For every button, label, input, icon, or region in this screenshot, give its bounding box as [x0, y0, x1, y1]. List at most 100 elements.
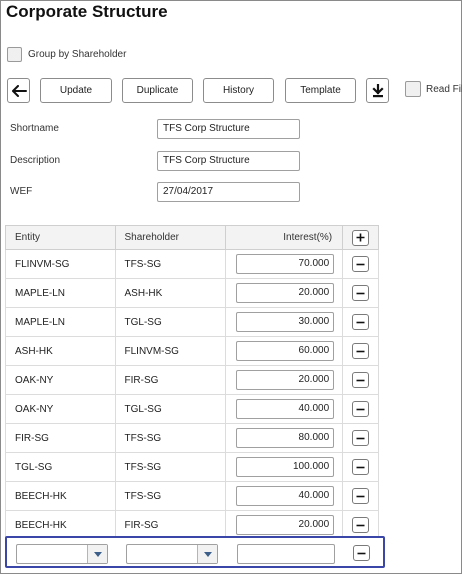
- interest-input[interactable]: 40.000: [236, 486, 335, 506]
- interest-column-header: Interest(%): [225, 225, 344, 250]
- interest-cell: 40.000: [225, 394, 344, 424]
- shortname-input[interactable]: TFS Corp Structure: [157, 119, 300, 139]
- interest-input[interactable]: 30.000: [236, 312, 335, 332]
- new-interest-input[interactable]: [237, 544, 335, 564]
- remove-row-button[interactable]: [352, 343, 370, 359]
- plus-icon: [356, 233, 365, 242]
- wef-date-input[interactable]: 27/04/2017: [157, 182, 300, 202]
- shareholder-cell: TFS-SG: [114, 452, 227, 482]
- shareholder-cell: TGL-SG: [114, 394, 227, 424]
- structure-table: Entity Shareholder Interest(%) FLINVM-SG…: [5, 225, 379, 540]
- chevron-down-icon[interactable]: [197, 545, 217, 563]
- table-row: FIR-SG TFS-SG 80.000: [5, 423, 379, 453]
- shareholder-column-header: Shareholder: [114, 225, 227, 250]
- template-button[interactable]: Template: [285, 78, 356, 103]
- table-row: ASH-HK FLINVM-SG 60.000: [5, 336, 379, 366]
- remove-row-button[interactable]: [352, 401, 370, 417]
- arrow-left-icon: [11, 84, 27, 97]
- interest-input[interactable]: 40.000: [236, 399, 335, 419]
- entity-cell: MAPLE-LN: [5, 278, 116, 308]
- minus-icon: [356, 292, 365, 294]
- add-row-button[interactable]: [352, 229, 370, 246]
- group-by-shareholder-option[interactable]: Group by Shareholder: [7, 47, 126, 62]
- table-row: OAK-NY FIR-SG 20.000: [5, 365, 379, 395]
- update-button[interactable]: Update: [40, 78, 112, 103]
- minus-icon: [356, 408, 365, 410]
- entity-cell: FLINVM-SG: [5, 249, 116, 279]
- new-entity-select[interactable]: [16, 544, 108, 564]
- minus-icon: [356, 263, 365, 265]
- interest-input[interactable]: 20.000: [236, 283, 335, 303]
- shareholder-cell: FLINVM-SG: [114, 336, 227, 366]
- table-row: FLINVM-SG TFS-SG 70.000: [5, 249, 379, 279]
- interest-input[interactable]: 70.000: [236, 254, 335, 274]
- read-file-option[interactable]: Read File: [400, 81, 462, 97]
- entity-cell: MAPLE-LN: [5, 307, 116, 337]
- new-row-editor: [5, 536, 385, 568]
- description-label: Description: [10, 155, 61, 166]
- minus-icon: [356, 379, 365, 381]
- interest-cell: 100.000: [225, 452, 344, 482]
- remove-row-button[interactable]: [352, 430, 370, 446]
- interest-cell: 60.000: [225, 336, 344, 366]
- remove-row-button[interactable]: [352, 285, 370, 301]
- entity-cell: ASH-HK: [5, 336, 116, 366]
- read-file-label: Read File: [426, 83, 462, 95]
- chevron-down-icon[interactable]: [87, 545, 107, 563]
- shareholder-cell: TGL-SG: [114, 307, 227, 337]
- download-button[interactable]: [366, 78, 389, 103]
- duplicate-button[interactable]: Duplicate: [122, 78, 193, 103]
- new-shareholder-select[interactable]: [126, 544, 218, 564]
- shareholder-cell: FIR-SG: [114, 365, 227, 395]
- entity-cell: BEECH-HK: [5, 481, 116, 511]
- group-by-shareholder-label: Group by Shareholder: [28, 49, 127, 60]
- interest-cell: 20.000: [225, 278, 344, 308]
- interest-input[interactable]: 20.000: [236, 370, 335, 390]
- minus-icon: [356, 437, 365, 439]
- entity-column-header: Entity: [5, 225, 116, 250]
- entity-cell: TGL-SG: [5, 452, 116, 482]
- interest-input[interactable]: 80.000: [236, 428, 335, 448]
- minus-icon: [357, 552, 366, 554]
- table-header: Entity Shareholder Interest(%): [5, 225, 379, 250]
- remove-row-button[interactable]: [352, 517, 370, 533]
- wef-label: WEF: [10, 186, 33, 197]
- entity-cell: OAK-NY: [5, 394, 116, 424]
- entity-cell: OAK-NY: [5, 365, 116, 395]
- description-input[interactable]: TFS Corp Structure: [157, 151, 300, 171]
- table-row: BEECH-HK TFS-SG 40.000: [5, 481, 379, 511]
- back-button[interactable]: [7, 78, 30, 103]
- download-icon: [371, 83, 384, 97]
- interest-cell: 20.000: [225, 365, 344, 395]
- remove-new-row-button[interactable]: [353, 545, 370, 561]
- table-row: MAPLE-LN TGL-SG 30.000: [5, 307, 379, 337]
- interest-input[interactable]: 60.000: [236, 341, 335, 361]
- minus-icon: [356, 321, 365, 323]
- shortname-label: Shortname: [10, 123, 59, 134]
- table-row: MAPLE-LN ASH-HK 20.000: [5, 278, 379, 308]
- interest-input[interactable]: 100.000: [236, 457, 335, 477]
- page-title: Corporate Structure: [6, 2, 168, 21]
- minus-icon: [356, 466, 365, 468]
- shareholder-cell: TFS-SG: [114, 481, 227, 511]
- group-by-shareholder-checkbox[interactable]: [7, 47, 22, 62]
- remove-row-button[interactable]: [352, 256, 370, 272]
- interest-input[interactable]: 20.000: [236, 515, 335, 535]
- read-file-checkbox[interactable]: [405, 81, 421, 97]
- table-row: OAK-NY TGL-SG 40.000: [5, 394, 379, 424]
- entity-cell: FIR-SG: [5, 423, 116, 453]
- shareholder-cell: TFS-SG: [114, 249, 227, 279]
- interest-cell: 70.000: [225, 249, 344, 279]
- table-row: TGL-SG TFS-SG 100.000: [5, 452, 379, 482]
- remove-row-button[interactable]: [352, 372, 370, 388]
- remove-row-button[interactable]: [352, 314, 370, 330]
- remove-row-button[interactable]: [352, 459, 370, 475]
- minus-icon: [356, 524, 365, 526]
- minus-icon: [356, 495, 365, 497]
- history-button[interactable]: History: [203, 78, 274, 103]
- shareholder-cell: ASH-HK: [114, 278, 227, 308]
- remove-row-button[interactable]: [352, 488, 370, 504]
- interest-cell: 30.000: [225, 307, 344, 337]
- interest-cell: 40.000: [225, 481, 344, 511]
- shareholder-cell: TFS-SG: [114, 423, 227, 453]
